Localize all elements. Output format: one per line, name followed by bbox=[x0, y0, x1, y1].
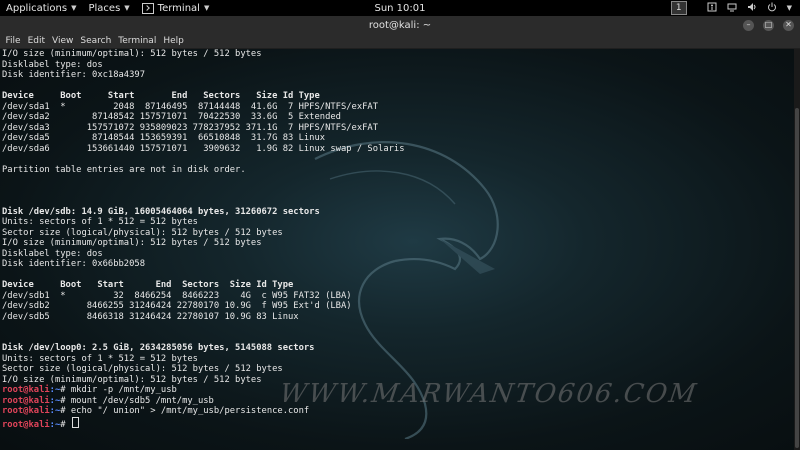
prompt-line: root@kali:~# mount /dev/sdb5 /mnt/my_usb bbox=[2, 396, 405, 407]
workspace-indicator[interactable]: 1 bbox=[670, 1, 687, 15]
terminal-line: /dev/sdb5 8466318 31246424 22780107 10.9… bbox=[2, 311, 299, 322]
terminal-icon bbox=[141, 2, 154, 14]
terminal-line: Units: sectors of 1 * 512 = 512 bytes bbox=[2, 217, 198, 227]
terminal-line: I/O size (minimum/optimal): 512 bytes / … bbox=[2, 374, 262, 385]
terminal-lines: I/O size (minimum/optimal): 512 bytes / … bbox=[2, 49, 405, 430]
prompt-user: root@kali bbox=[2, 395, 50, 406]
prompt-path: :~ bbox=[49, 406, 61, 416]
prompt-symbol: # bbox=[60, 419, 71, 430]
applications-menu[interactable]: Applications ▼ bbox=[0, 0, 82, 16]
prompt-line: root@kali:~# echo "/ union" > /mnt/my_us… bbox=[2, 406, 405, 417]
volume-icon[interactable] bbox=[747, 2, 757, 15]
command-text: mount /dev/sdb5 /mnt/my_usb bbox=[70, 395, 214, 406]
terminal-line: /dev/sda3 157571072 935809023 778237952 … bbox=[2, 122, 379, 133]
prompt-user: root@kali bbox=[2, 419, 50, 430]
menu-terminal[interactable]: Terminal bbox=[115, 36, 160, 46]
command-text: mkdir -p /mnt/my_usb bbox=[70, 385, 177, 395]
system-tray: 1 ▼ bbox=[670, 0, 792, 16]
terminal-line: I/O size (minimum/optimal): 512 bytes / … bbox=[2, 238, 262, 248]
chevron-down-icon[interactable]: ▼ bbox=[787, 4, 792, 12]
terminal-app-menu[interactable]: Terminal ▼ bbox=[136, 0, 216, 16]
terminal-line: Device Boot Start End Sectors Size Id Ty… bbox=[2, 280, 294, 290]
terminal-app-label: Terminal bbox=[157, 2, 200, 14]
prompt-path: :~ bbox=[49, 395, 61, 406]
top-panel: Applications ▼ Places ▼ Terminal ▼ Sun 1… bbox=[0, 0, 800, 16]
clock[interactable]: Sun 10:01 bbox=[374, 0, 425, 16]
text-cursor bbox=[71, 416, 79, 428]
prompt-symbol: # bbox=[60, 395, 71, 406]
network-icon[interactable] bbox=[727, 2, 737, 15]
window-titlebar[interactable]: root@kali: ~ – □ ✕ bbox=[0, 16, 800, 34]
accessibility-icon[interactable] bbox=[707, 2, 717, 15]
menu-search[interactable]: Search bbox=[77, 36, 115, 46]
menu-file[interactable]: File bbox=[2, 36, 24, 46]
terminal-line: /dev/sda6 153661440 157571071 3909632 1.… bbox=[2, 143, 405, 154]
terminal-line: /dev/sdb2 8466255 31246424 22780170 10.9… bbox=[2, 301, 352, 311]
terminal-line: Device Boot Start End Sectors Size Id Ty… bbox=[2, 91, 320, 101]
prompt-path: :~ bbox=[49, 419, 61, 430]
terminal-line: Partition table entries are not in disk … bbox=[2, 164, 246, 175]
chevron-down-icon: ▼ bbox=[124, 4, 130, 12]
prompt-symbol: # bbox=[60, 385, 71, 395]
prompt-path: :~ bbox=[49, 385, 61, 395]
menu-view[interactable]: View bbox=[49, 36, 77, 46]
window-controls: – □ ✕ bbox=[743, 16, 794, 34]
terminal-line: /dev/sda2 87148542 157571071 70422530 33… bbox=[2, 112, 341, 122]
scrollbar-thumb[interactable] bbox=[795, 108, 799, 448]
prompt-line: root@kali:~# bbox=[2, 416, 405, 430]
terminal-line: /dev/sda5 87148544 153659391 66510848 31… bbox=[2, 133, 326, 143]
menu-edit[interactable]: Edit bbox=[24, 36, 48, 46]
terminal-line: /dev/sda1 * 2048 87146495 87144448 41.6G… bbox=[2, 101, 379, 112]
terminal-line: Disklabel type: dos bbox=[2, 248, 103, 259]
terminal-line: Disklabel type: dos bbox=[2, 59, 103, 70]
chevron-down-icon: ▼ bbox=[71, 4, 77, 12]
terminal-line: Disk identifier: 0xc18a4397 bbox=[2, 70, 145, 80]
terminal-line: Units: sectors of 1 * 512 = 512 bytes bbox=[2, 353, 198, 364]
prompt-user: root@kali bbox=[2, 385, 50, 395]
minimize-button[interactable]: – bbox=[743, 19, 754, 31]
close-button[interactable]: ✕ bbox=[783, 19, 794, 31]
terminal-line: Disk /dev/sdb: 14.9 GiB, 16005464064 byt… bbox=[2, 206, 320, 217]
places-menu[interactable]: Places ▼ bbox=[82, 0, 135, 16]
terminal-line: Disk /dev/loop0: 2.5 GiB, 2634285056 byt… bbox=[2, 343, 315, 353]
prompt-user: root@kali bbox=[2, 406, 50, 416]
menu-help[interactable]: Help bbox=[160, 36, 188, 46]
power-icon[interactable] bbox=[767, 2, 777, 15]
places-label: Places bbox=[88, 2, 121, 14]
maximize-button[interactable]: □ bbox=[763, 19, 774, 31]
terminal-line: /dev/sdb1 * 32 8466254 8466223 4G c W95 … bbox=[2, 290, 352, 301]
prompt-line: root@kali:~# mkdir -p /mnt/my_usb bbox=[2, 385, 405, 396]
terminal-output[interactable]: WWW.MARWANTO606.COM I/O size (minimum/op… bbox=[0, 49, 794, 450]
menu-bar: File Edit View Search Terminal Help bbox=[0, 34, 800, 49]
terminal-line: Sector size (logical/physical): 512 byte… bbox=[2, 364, 283, 374]
terminal-line: Sector size (logical/physical): 512 byte… bbox=[2, 227, 283, 238]
chevron-down-icon: ▼ bbox=[203, 4, 210, 12]
window-title: root@kali: ~ bbox=[368, 19, 432, 31]
command-text: echo "/ union" > /mnt/my_usb/persistence… bbox=[70, 406, 310, 416]
terminal-scrollbar[interactable] bbox=[794, 49, 800, 450]
prompt-symbol: # bbox=[60, 406, 71, 416]
terminal-line: Disk identifier: 0x66bb2058 bbox=[2, 259, 145, 269]
terminal-line: I/O size (minimum/optimal): 512 bytes / … bbox=[2, 49, 262, 59]
applications-label: Applications bbox=[6, 2, 68, 14]
